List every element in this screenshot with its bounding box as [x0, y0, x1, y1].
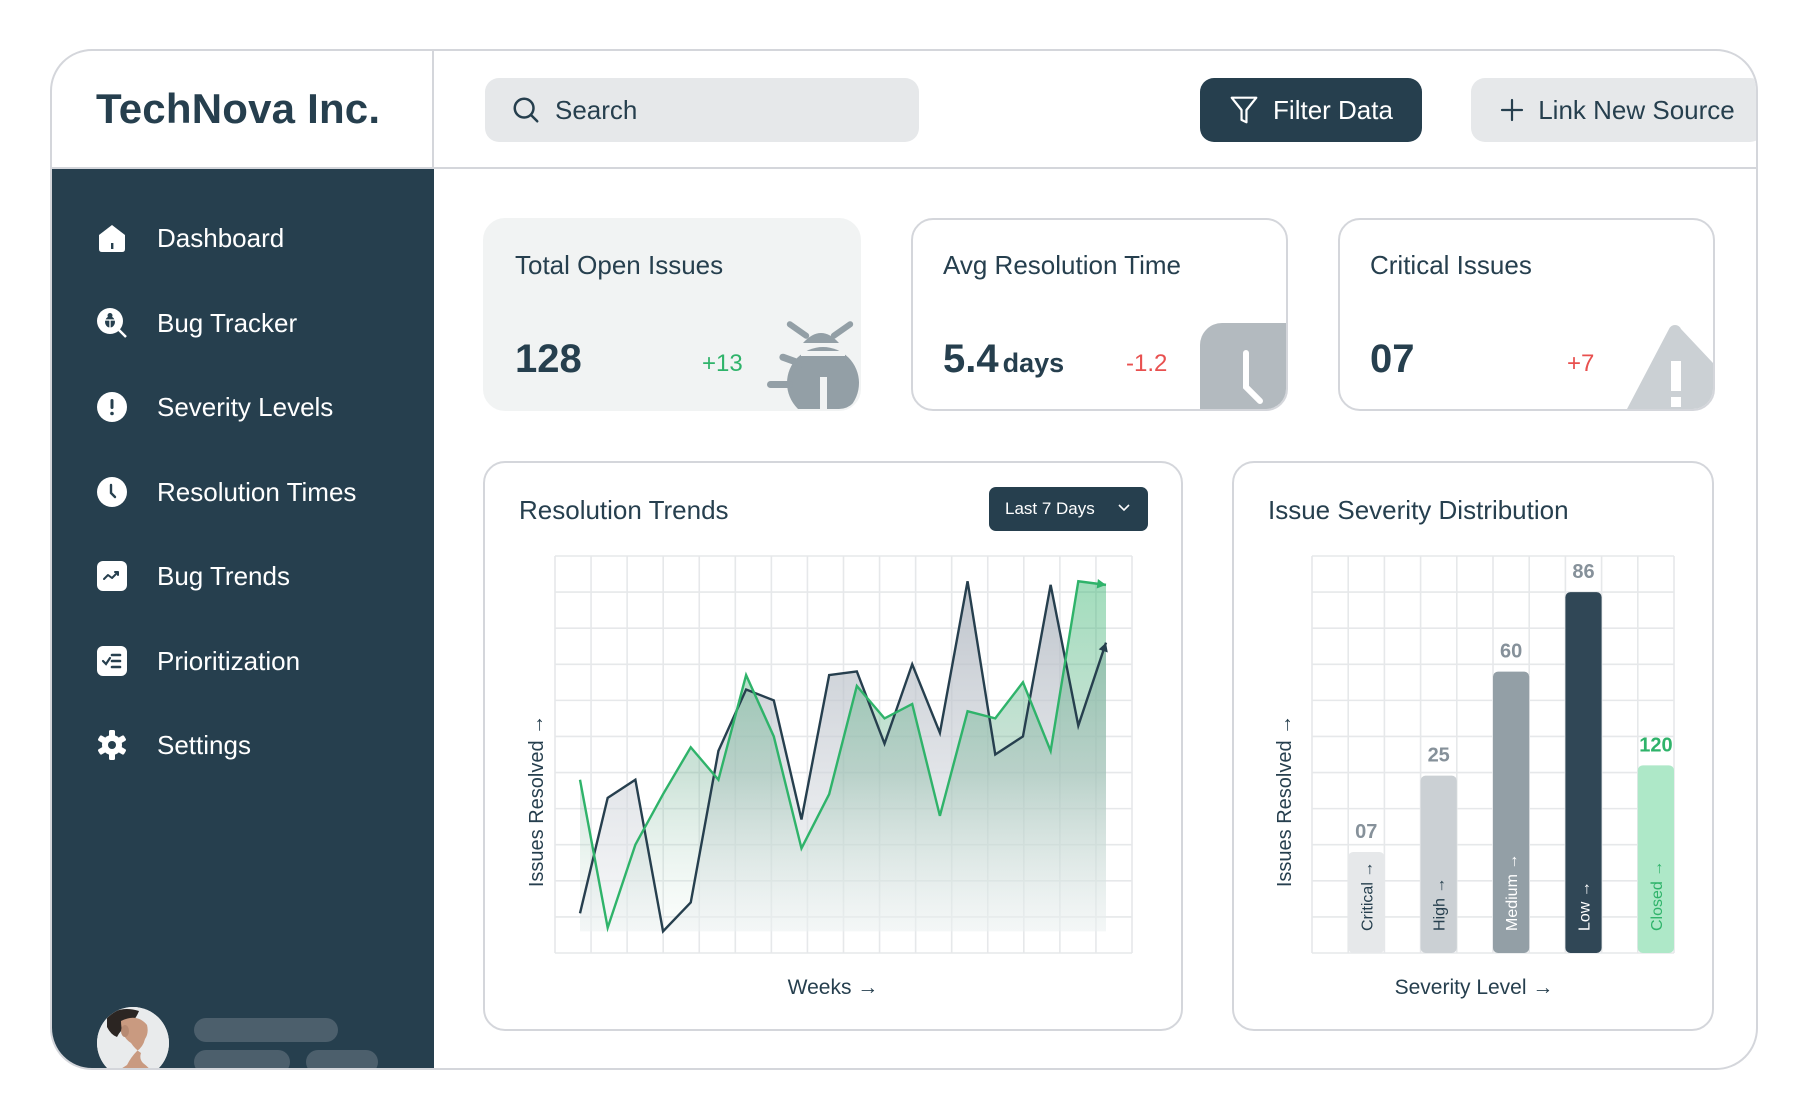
- sidebar-item-settings[interactable]: Settings: [96, 723, 251, 767]
- clock-icon: [96, 476, 128, 508]
- stat-card-total-open-issues: Total Open Issues 128 +13: [483, 218, 861, 411]
- filter-data-label: Filter Data: [1273, 94, 1393, 125]
- x-axis-label: Weeks →: [788, 976, 879, 999]
- sidebar-item-label: Settings: [157, 729, 251, 760]
- bar-category-label: Closed →: [1649, 861, 1666, 931]
- stat-delta: +13: [702, 350, 743, 377]
- bug-icon: [767, 321, 859, 409]
- stat-value: 128: [515, 337, 582, 381]
- sidebar-item-bug-trends[interactable]: Bug Trends: [96, 554, 290, 598]
- user-role-placeholder: [194, 1050, 290, 1068]
- stat-value: 5.4 days: [943, 337, 1065, 381]
- bar-value-label: 25: [1428, 745, 1450, 767]
- bar-value-label: 60: [1500, 641, 1522, 663]
- user-name-placeholder: [194, 1018, 338, 1042]
- severity-distribution-card: Issue Severity Distribution 07 Critical →…: [1232, 461, 1714, 1031]
- alert-circle-icon: [96, 391, 128, 423]
- link-new-source-label: Link New Source: [1538, 94, 1735, 125]
- stat-delta: -1.2: [1126, 350, 1168, 377]
- link-new-source-button[interactable]: Link New Source: [1471, 78, 1756, 142]
- company-logo: TechNova Inc.: [96, 85, 381, 132]
- stat-value: 07: [1370, 337, 1415, 381]
- sidebar-item-label: Dashboard: [157, 222, 285, 253]
- sidebar-item-dashboard[interactable]: Dashboard: [96, 216, 284, 260]
- trend-icon: [96, 560, 128, 592]
- warning-icon: [1627, 325, 1713, 409]
- user-meta-placeholder: [306, 1050, 378, 1068]
- bar-value-label: 120: [1639, 734, 1672, 756]
- search-icon: [513, 97, 539, 123]
- bar-value-label: 86: [1572, 561, 1594, 583]
- bar-category-label: Critical →: [1359, 862, 1376, 931]
- top-bar: Filter Data Link New Source: [434, 51, 1756, 169]
- bar-category-label: High →: [1432, 878, 1449, 931]
- filter-icon: [1230, 96, 1258, 124]
- sidebar-item-label: Resolution Times: [157, 476, 357, 507]
- stat-delta: +7: [1567, 350, 1595, 377]
- stat-title: Critical Issues: [1370, 250, 1532, 280]
- search-box[interactable]: [485, 78, 919, 142]
- resolution-trends-card: Resolution Trends Last 7 Days Issues Res: [483, 461, 1183, 1031]
- stat-card-avg-resolution-time: Avg Resolution Time 5.4 days -1.2: [911, 218, 1288, 411]
- clock-icon: [1200, 323, 1286, 409]
- sidebar-item-label: Bug Tracker: [157, 307, 298, 338]
- logo-area: TechNova Inc.: [52, 51, 434, 169]
- sidebar-item-label: Severity Levels: [157, 391, 334, 422]
- x-axis-label: Severity Level →: [1395, 976, 1554, 999]
- resolution-trends-chart: Issues Resolved → Weeks →: [526, 555, 1133, 999]
- filter-data-button[interactable]: Filter Data: [1200, 78, 1422, 142]
- bar-category-label: Medium →: [1504, 854, 1521, 931]
- user-avatar[interactable]: [97, 1007, 169, 1068]
- bug-search-icon: [96, 307, 128, 339]
- bar-category-label: Low →: [1577, 881, 1594, 931]
- sidebar-item-resolution-times[interactable]: Resolution Times: [96, 470, 356, 514]
- y-axis-label: Issues Resolved →: [1274, 715, 1296, 887]
- search-input[interactable]: [555, 94, 895, 126]
- stat-title: Total Open Issues: [515, 250, 724, 280]
- gear-icon: [96, 729, 128, 761]
- home-icon: [96, 222, 128, 254]
- severity-distribution-chart: 07 Critical → 25 High → 60 Medium → 86 Low → 120…: [1274, 555, 1675, 999]
- sidebar-item-label: Bug Trends: [157, 560, 290, 591]
- sidebar: Dashboard Bug Tracker Severity Levels Re…: [52, 169, 434, 1068]
- stat-card-critical-issues: Critical Issues 07 +7: [1338, 218, 1715, 411]
- sidebar-item-bug-tracker[interactable]: Bug Tracker: [96, 301, 297, 345]
- plus-icon: [1501, 98, 1524, 122]
- stat-title: Avg Resolution Time: [943, 250, 1181, 280]
- bar-value-label: 07: [1355, 821, 1377, 843]
- y-axis-label: Issues Resolved →: [526, 715, 548, 887]
- checklist-icon: [96, 645, 128, 677]
- sidebar-item-prioritization[interactable]: Prioritization: [96, 639, 300, 683]
- sidebar-item-label: Prioritization: [157, 645, 301, 676]
- sidebar-item-severity-levels[interactable]: Severity Levels: [96, 385, 333, 429]
- app-window: TechNova Inc. Filter Data Link New Sourc…: [50, 49, 1758, 1070]
